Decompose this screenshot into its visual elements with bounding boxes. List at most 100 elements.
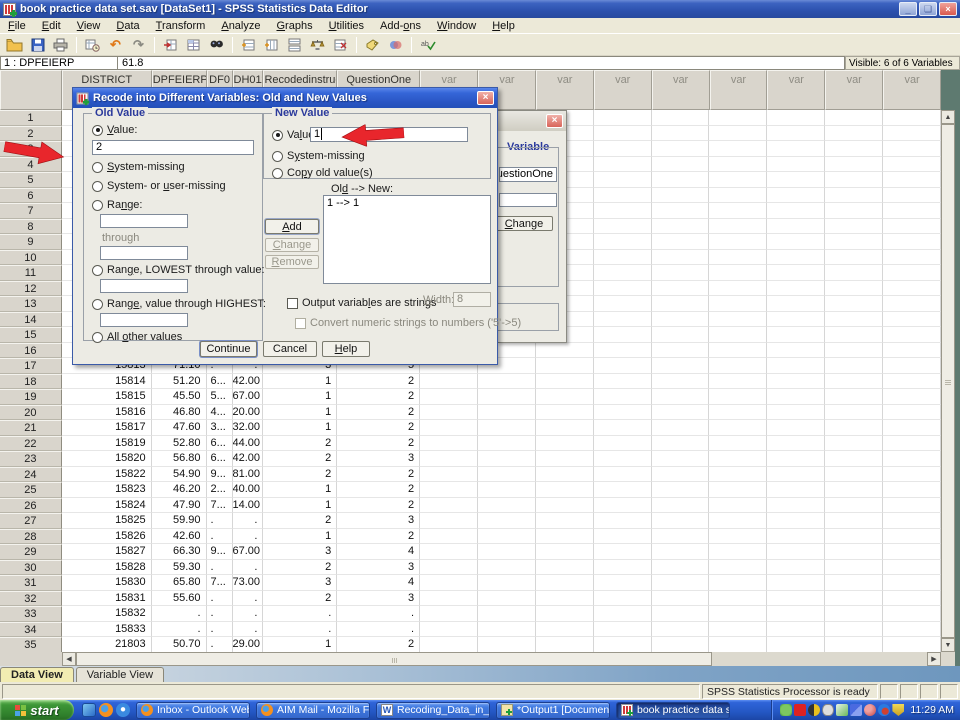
tray-icon-8[interactable] <box>878 704 890 716</box>
use-variable-sets-icon[interactable] <box>385 35 406 54</box>
cell-df0[interactable]: . <box>207 560 233 576</box>
row-header[interactable]: 9 <box>0 234 62 250</box>
old-new-listbox[interactable]: 1 --> 1 <box>323 195 491 284</box>
row-header[interactable]: 18 <box>0 374 62 390</box>
row-header[interactable]: 19 <box>0 389 62 405</box>
cell-df0[interactable]: . <box>207 529 233 545</box>
cell-dpfeierp[interactable]: 46.80 <box>152 405 207 421</box>
cell-df0[interactable]: 2... <box>207 482 233 498</box>
messenger-icon[interactable] <box>82 703 96 717</box>
cell-df0[interactable]: 6... <box>207 436 233 452</box>
cell-recodedinstructio[interactable]: 1 <box>263 637 337 653</box>
cell-district[interactable]: 15817 <box>62 420 152 436</box>
menu-transform[interactable]: Transform <box>148 19 214 33</box>
range-to-input[interactable] <box>100 246 188 260</box>
output-variable-label-field[interactable] <box>499 193 557 207</box>
cell-dpfeierp[interactable]: 65.80 <box>152 575 207 591</box>
row-header[interactable]: 22 <box>0 436 62 452</box>
row-header[interactable]: 16 <box>0 343 62 359</box>
vertical-scrollbar-thumb[interactable] <box>941 124 955 638</box>
internet-explorer-icon[interactable] <box>116 703 130 717</box>
taskbar-button[interactable]: Recoding_Data_in_S... <box>376 702 490 719</box>
spell-check-icon[interactable]: ab <box>417 35 438 54</box>
width-input[interactable]: 8 <box>453 292 491 307</box>
old-value-radio[interactable] <box>92 125 103 136</box>
horizontal-scrollbar-thumb[interactable] <box>76 652 712 666</box>
tray-icon-2[interactable] <box>794 704 806 716</box>
range-from-input[interactable] <box>100 214 188 228</box>
cell-recodedinstructio[interactable]: 1 <box>263 374 337 390</box>
row-header[interactable]: 15 <box>0 327 62 343</box>
row-header[interactable]: 28 <box>0 529 62 545</box>
continue-button[interactable]: Continue <box>200 341 257 357</box>
cell-questionone[interactable]: 3 <box>337 513 420 529</box>
taskbar-button[interactable]: book practice data se... <box>616 702 730 719</box>
cell-recodedinstructio[interactable]: 1 <box>263 482 337 498</box>
row-header[interactable]: 6 <box>0 188 62 204</box>
cell-dpfeierp[interactable]: 59.90 <box>152 513 207 529</box>
cell-district[interactable]: 15825 <box>62 513 152 529</box>
row-header[interactable]: 30 <box>0 560 62 576</box>
cell-df0[interactable]: 9... <box>207 467 233 483</box>
menu-utilities[interactable]: Utilities <box>321 19 372 33</box>
cell-dh011[interactable]: 20.00 <box>233 405 264 421</box>
copy-old-values-radio[interactable] <box>272 168 283 179</box>
cell-recodedinstructio[interactable]: 3 <box>263 544 337 560</box>
cell-df0[interactable]: . <box>207 637 233 653</box>
cell-questionone[interactable]: . <box>337 606 420 622</box>
cell-district[interactable]: 15815 <box>62 389 152 405</box>
range-radio[interactable] <box>92 200 103 211</box>
cell-questionone[interactable]: 2 <box>337 529 420 545</box>
cell-recodedinstructio[interactable]: 2 <box>263 513 337 529</box>
row-header[interactable]: 26 <box>0 498 62 514</box>
minimize-button[interactable]: _ <box>899 2 917 16</box>
cell-dh011[interactable]: 29.00 <box>233 637 264 653</box>
cell-recodedinstructio[interactable]: 2 <box>263 451 337 467</box>
row-header[interactable]: 11 <box>0 265 62 281</box>
old-system-user-missing-radio[interactable] <box>92 181 103 192</box>
range-highest-input[interactable] <box>100 313 188 327</box>
cell-df0[interactable]: . <box>207 622 233 638</box>
row-header[interactable]: 23 <box>0 451 62 467</box>
view-tab[interactable]: Variable View <box>76 667 164 682</box>
cell-district[interactable]: 15828 <box>62 560 152 576</box>
row-header[interactable]: 7 <box>0 203 62 219</box>
new-value-radio[interactable] <box>272 130 283 141</box>
cell-questionone[interactable]: 2 <box>337 498 420 514</box>
cell-recodedinstructio[interactable]: 1 <box>263 389 337 405</box>
cell-district[interactable]: 21803 <box>62 637 152 653</box>
cell-recodedinstructio[interactable]: 2 <box>263 560 337 576</box>
cell-df0[interactable]: . <box>207 513 233 529</box>
cell-dh011[interactable]: . <box>233 529 264 545</box>
split-file-icon[interactable] <box>284 35 305 54</box>
cell-dh011[interactable]: 73.00 <box>233 575 264 591</box>
menu-graphs[interactable]: Graphs <box>268 19 320 33</box>
row-header[interactable]: 33 <box>0 606 62 622</box>
tray-icon-7[interactable] <box>864 704 876 716</box>
row-header[interactable]: 20 <box>0 405 62 421</box>
cell-dpfeierp[interactable]: 46.20 <box>152 482 207 498</box>
cell-recodedinstructio[interactable]: . <box>263 622 337 638</box>
cell-recodedinstructio[interactable]: 3 <box>263 575 337 591</box>
range-lowest-radio[interactable] <box>92 265 103 276</box>
cell-district[interactable]: 15824 <box>62 498 152 514</box>
cell-dpfeierp[interactable]: 47.60 <box>152 420 207 436</box>
taskbar-button[interactable]: Inbox - Outlook Web ... <box>136 702 250 719</box>
scroll-right-icon[interactable]: ▶ <box>927 652 941 666</box>
scroll-up-icon[interactable]: ▲ <box>941 110 955 124</box>
cell-dh011[interactable]: . <box>233 622 264 638</box>
menu-analyze[interactable]: Analyze <box>213 19 268 33</box>
value-labels-icon[interactable] <box>362 35 383 54</box>
menu-view[interactable]: View <box>69 19 109 33</box>
help-button[interactable]: Help <box>322 341 370 357</box>
cell-recodedinstructio[interactable]: 2 <box>263 436 337 452</box>
cell-recodedinstructio[interactable]: 2 <box>263 591 337 607</box>
cell-editor[interactable]: 61.8 <box>118 56 845 70</box>
cell-dh011[interactable]: 42.00 <box>233 451 264 467</box>
cell-district[interactable]: 15822 <box>62 467 152 483</box>
cell-dpfeierp[interactable]: 56.80 <box>152 451 207 467</box>
taskbar-button[interactable]: *Output1 [Document... <box>496 702 610 719</box>
cell-recodedinstructio[interactable]: 1 <box>263 405 337 421</box>
cell-dpfeierp[interactable]: 66.30 <box>152 544 207 560</box>
menu-window[interactable]: Window <box>429 19 484 33</box>
